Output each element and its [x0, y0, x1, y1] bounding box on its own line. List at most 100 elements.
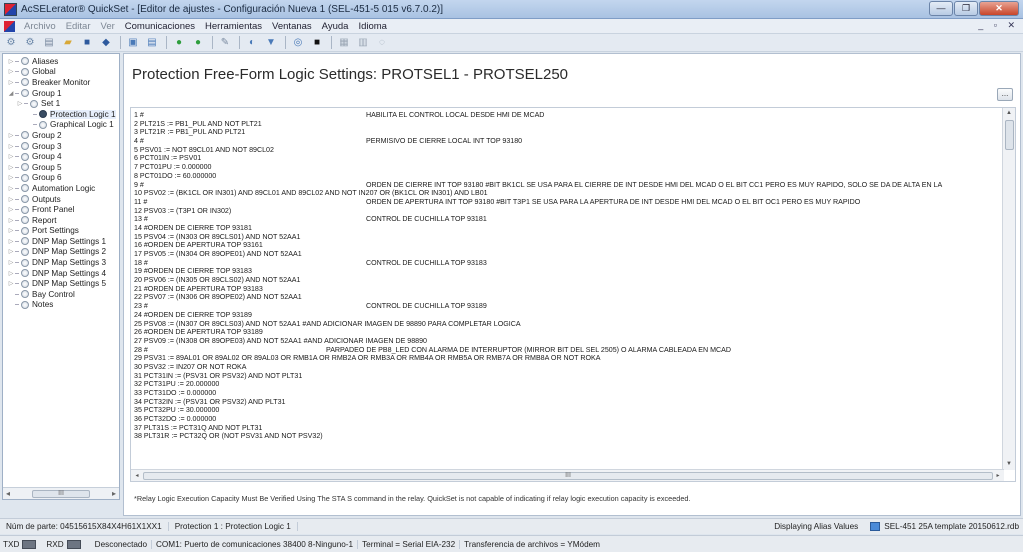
expand-arrow-icon[interactable]: ▷	[7, 270, 15, 277]
read-icon[interactable]: ▤	[42, 36, 56, 50]
logic-line[interactable]: 13 # CONTROL DE CUCHILLA TOP 93181	[134, 215, 1002, 224]
maximize-button[interactable]: ❐	[954, 1, 978, 16]
logic-line[interactable]: 27 PSV09 := (IN308 OR 89OPE03) AND NOT 5…	[134, 337, 1002, 346]
expand-button[interactable]: ...	[997, 88, 1013, 101]
menu-ayuda[interactable]: Ayuda	[317, 21, 354, 32]
tree-item-group-6[interactable]: ▷ Group 6	[3, 173, 119, 184]
expand-arrow-icon[interactable]: ▷	[7, 259, 15, 266]
tree-item-dnp-map-settings-3[interactable]: ▷ DNP Map Settings 3	[3, 257, 119, 268]
help-icon[interactable]: ◌	[375, 36, 389, 50]
expand-arrow-icon[interactable]: ▷	[7, 58, 15, 65]
expand-arrow-icon[interactable]: ▷	[7, 206, 15, 213]
logic-line[interactable]: 3 PLT21R := PB1_PUL AND PLT21	[134, 128, 1002, 137]
menu-idioma[interactable]: Idioma	[353, 21, 392, 32]
expand-arrow-icon[interactable]: ▷	[7, 174, 15, 181]
logic-line[interactable]: 18 # CONTROL DE CUCHILLA TOP 93183	[134, 259, 1002, 268]
tree-item-dnp-map-settings-5[interactable]: ▷ DNP Map Settings 5	[3, 278, 119, 289]
logic-line[interactable]: 1 # HABILITA EL CONTROL LOCAL DESDE HMI D…	[134, 111, 1002, 120]
terminal-icon[interactable]: ▣	[126, 36, 140, 50]
settings-tree[interactable]: ▷ Aliases ▷ Global ▷ Breaker Monitor ◢ Group 1 ▷…	[2, 53, 120, 500]
menu-herramientas[interactable]: Herramientas	[200, 21, 267, 32]
vertical-scrollbar[interactable]: ▲ ▼	[1002, 108, 1015, 470]
tree-item-port-settings[interactable]: ▷ Port Settings	[3, 226, 119, 237]
logic-line[interactable]: 30 PSV32 := IN207 OR NOT ROKA	[134, 363, 1002, 372]
tree-item-graphical-logic-1[interactable]: Graphical Logic 1	[3, 120, 119, 131]
logic-line[interactable]: 12 PSV03 := (T3P1 OR IN302)	[134, 207, 1002, 216]
tree-item-breaker-monitor[interactable]: ▷ Breaker Monitor	[3, 77, 119, 88]
report-icon[interactable]: ▤	[145, 36, 159, 50]
expand-arrow-icon[interactable]: ◢	[7, 90, 15, 97]
connect-icon[interactable]: ●	[172, 36, 186, 50]
scroll-left-icon[interactable]: ◂	[132, 470, 142, 481]
logic-line[interactable]: 11 # ORDEN DE APERTURA INT TOP 93180 #BIT…	[134, 198, 1002, 207]
logic-line[interactable]: 36 PCT32DO := 0.000000	[134, 415, 1002, 424]
expand-arrow-icon[interactable]: ▷	[7, 143, 15, 150]
logic-line[interactable]: 5 PSV01 := NOT 89CL01 AND NOT 89CL02	[134, 146, 1002, 155]
logic-line[interactable]: 17 PSV05 := (IN304 OR 89OPE01) AND NOT 5…	[134, 250, 1002, 259]
tree-item-automation-logic[interactable]: ▷ Automation Logic	[3, 183, 119, 194]
expand-arrow-icon[interactable]: ▷	[7, 164, 15, 171]
tree-item-group-3[interactable]: ▷ Group 3	[3, 141, 119, 152]
tree-item-global[interactable]: ▷ Global	[3, 67, 119, 78]
tree-item-dnp-map-settings-4[interactable]: ▷ DNP Map Settings 4	[3, 268, 119, 279]
tree-item-group-2[interactable]: ▷ Group 2	[3, 130, 119, 141]
document-icon[interactable]	[4, 20, 15, 32]
logic-line[interactable]: 6 PCT01IN := PSV01	[134, 154, 1002, 163]
hmi-icon[interactable]: ◎	[291, 36, 305, 50]
black-square-icon[interactable]: ■	[310, 36, 324, 50]
new-settings-icon[interactable]: ⚙	[4, 36, 18, 50]
expand-arrow-icon[interactable]: ▷	[7, 280, 15, 287]
menu-ventanas[interactable]: Ventanas	[267, 21, 317, 32]
expand-arrow-icon[interactable]: ▷	[7, 68, 15, 75]
open-folder-icon[interactable]: ▰	[61, 36, 75, 50]
tree-item-notes[interactable]: Notes	[3, 300, 119, 311]
logic-line[interactable]: 7 PCT01PU := 0.000000	[134, 163, 1002, 172]
grid-icon[interactable]: ▦	[337, 36, 351, 50]
tree-scroll-thumb[interactable]: III	[32, 489, 90, 498]
tree-item-set-1[interactable]: ▷ Set 1	[3, 98, 119, 109]
scroll-down-icon[interactable]: ▼	[1003, 459, 1015, 470]
tree-horizontal-scrollbar[interactable]: ◂ III ▸	[3, 487, 119, 499]
scroll-up-icon[interactable]: ▲	[1003, 108, 1015, 119]
events-icon[interactable]: ▼	[264, 36, 278, 50]
scroll-right-icon[interactable]: ▸	[112, 489, 116, 498]
expand-arrow-icon[interactable]: ▷	[7, 185, 15, 192]
tree-item-group-5[interactable]: ▷ Group 5	[3, 162, 119, 173]
logic-text-area[interactable]: 1 # HABILITA EL CONTROL LOCAL DESDE HMI D…	[130, 107, 1016, 482]
tree-item-outputs[interactable]: ▷ Outputs	[3, 194, 119, 205]
logic-line[interactable]: 24 #ORDEN DE CIERRE TOP 93189	[134, 311, 1002, 320]
tree-item-bay-control[interactable]: Bay Control	[3, 289, 119, 300]
logic-line[interactable]: 14 #ORDEN DE CIERRE TOP 93181	[134, 224, 1002, 233]
expand-arrow-icon[interactable]: ▷	[16, 100, 24, 107]
menu-comunicaciones[interactable]: Comunicaciones	[120, 21, 200, 32]
send-icon[interactable]: ◆	[99, 36, 113, 50]
tools-icon[interactable]: ✎	[218, 36, 232, 50]
close-button[interactable]: ✕	[979, 1, 1019, 16]
logic-line[interactable]: 38 PLT31R := PCT32Q OR (NOT PSV31 AND NO…	[134, 432, 1002, 441]
logic-line[interactable]: 26 #ORDEN DE APERTURA TOP 93189	[134, 328, 1002, 337]
tree-item-aliases[interactable]: ▷ Aliases	[3, 56, 119, 67]
expand-arrow-icon[interactable]: ▷	[7, 196, 15, 203]
expand-arrow-icon[interactable]: ▷	[7, 238, 15, 245]
mdi-window-controls[interactable]: _ ▫ ✕	[978, 20, 1019, 31]
logic-line[interactable]: 21 #ORDEN DE APERTURA TOP 93183	[134, 285, 1002, 294]
tree-item-front-panel[interactable]: ▷ Front Panel	[3, 204, 119, 215]
expand-arrow-icon[interactable]: ▷	[7, 217, 15, 224]
tree-item-group-4[interactable]: ▷ Group 4	[3, 151, 119, 162]
tree-item-protection-logic-1[interactable]: Protection Logic 1	[3, 109, 119, 120]
list-icon[interactable]: ▥	[356, 36, 370, 50]
logic-line[interactable]: 16 #ORDEN DE APERTURA TOP 93161	[134, 241, 1002, 250]
save-icon[interactable]: ■	[80, 36, 94, 50]
expand-arrow-icon[interactable]: ▷	[7, 132, 15, 139]
logic-line[interactable]: 22 PSV07 := (IN306 OR 89OPE02) AND NOT 5…	[134, 293, 1002, 302]
logic-line[interactable]: 37 PLT31S := PCT31Q AND NOT PLT31	[134, 424, 1002, 433]
tree-item-report[interactable]: ▷ Report	[3, 215, 119, 226]
menu-archivo[interactable]: Archivo	[19, 21, 61, 32]
tree-item-dnp-map-settings-2[interactable]: ▷ DNP Map Settings 2	[3, 247, 119, 258]
logic-line[interactable]: 28 # PARPADEO DE PB8_LED CON ALARMA DE IN…	[134, 346, 1002, 355]
expand-arrow-icon[interactable]: ▷	[7, 248, 15, 255]
logic-line[interactable]: 23 # CONTROL DE CUCHILLA TOP 93189	[134, 302, 1002, 311]
logic-line[interactable]: 32 PCT31PU := 20.000000	[134, 380, 1002, 389]
expand-arrow-icon[interactable]: ▷	[7, 227, 15, 234]
logic-line[interactable]: 33 PCT31DO := 0.000000	[134, 389, 1002, 398]
